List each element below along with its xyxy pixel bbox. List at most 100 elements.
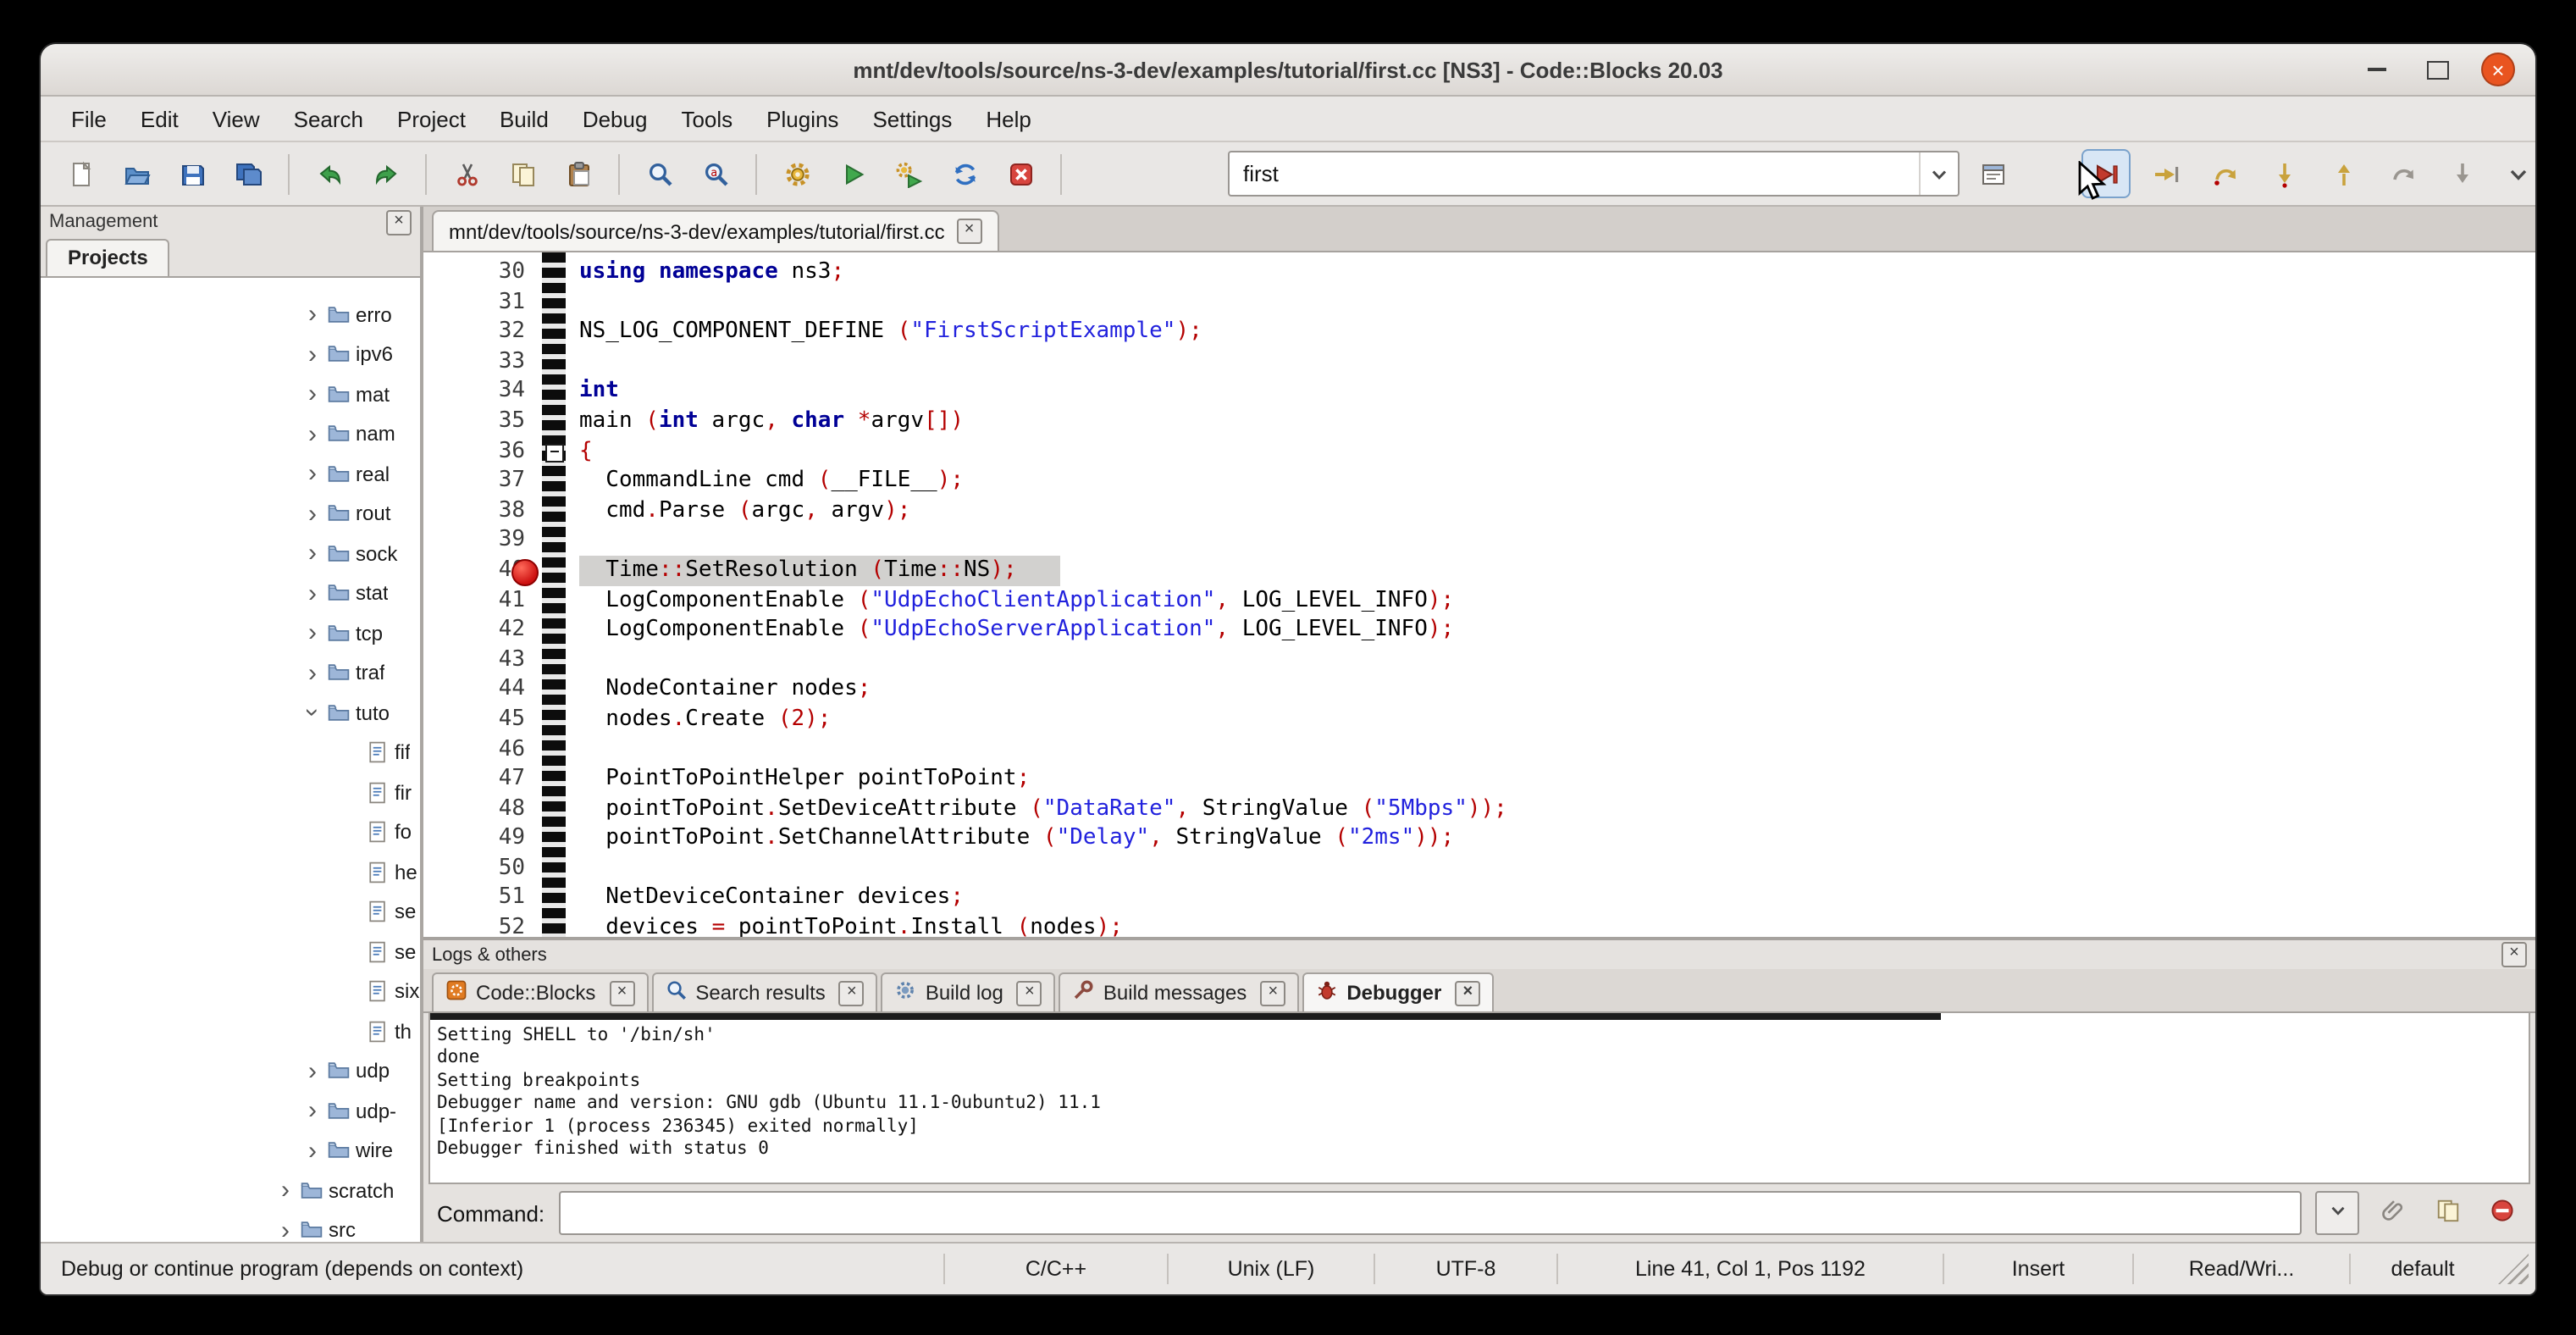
build-and-run-button[interactable] bbox=[886, 151, 931, 197]
log-tab-search-results[interactable]: Search results× bbox=[651, 972, 877, 1011]
code-text[interactable] bbox=[566, 287, 579, 317]
open-file-button[interactable] bbox=[113, 151, 159, 197]
build-button[interactable] bbox=[774, 151, 820, 197]
code-text[interactable]: cmd.Parse (argc, argv); bbox=[566, 496, 910, 526]
log-tab-code-blocks[interactable]: Code::Blocks× bbox=[432, 972, 648, 1011]
breakpoint-margin[interactable] bbox=[542, 675, 566, 705]
menu-edit[interactable]: Edit bbox=[124, 99, 196, 138]
code-line[interactable]: 35main (int argc, char *argv[]) bbox=[423, 407, 2535, 436]
breakpoint-margin[interactable] bbox=[542, 317, 566, 346]
chevron-collapsed-icon[interactable]: › bbox=[301, 581, 323, 607]
replace-button[interactable]: a bbox=[693, 151, 738, 197]
tree-item-real[interactable]: ›real bbox=[41, 454, 420, 494]
minimize-button[interactable] bbox=[2359, 53, 2393, 86]
abort-button[interactable] bbox=[998, 151, 1043, 197]
command-input[interactable] bbox=[560, 1200, 2300, 1226]
code-line[interactable]: 33 bbox=[423, 347, 2535, 377]
code-text[interactable]: LogComponentEnable ("UdpEchoServerApplic… bbox=[566, 615, 1454, 645]
code-text[interactable] bbox=[566, 645, 579, 674]
tree-item-sock[interactable]: ›sock bbox=[41, 534, 420, 573]
save-button[interactable] bbox=[169, 151, 215, 197]
breakpoint-margin[interactable] bbox=[542, 615, 566, 645]
log-tab-close-button[interactable]: × bbox=[609, 980, 634, 1005]
chevron-collapsed-icon[interactable]: › bbox=[301, 382, 323, 407]
breakpoint-margin[interactable] bbox=[542, 794, 566, 823]
menu-settings[interactable]: Settings bbox=[855, 99, 969, 138]
code-line[interactable]: 34int bbox=[423, 377, 2535, 407]
code-text[interactable]: NS_LOG_COMPONENT_DEFINE ("FirstScriptExa… bbox=[566, 317, 1202, 346]
undo-button[interactable] bbox=[307, 151, 352, 197]
editor-tab-close-button[interactable]: × bbox=[957, 219, 982, 244]
log-tab-build-messages[interactable]: Build messages× bbox=[1059, 972, 1299, 1011]
chevron-expanded-icon[interactable]: › bbox=[300, 702, 325, 724]
breakpoint-margin[interactable] bbox=[542, 764, 566, 794]
breakpoint-margin[interactable] bbox=[542, 466, 566, 496]
code-line[interactable]: 40 Time::SetResolution (Time::NS); bbox=[423, 556, 2535, 585]
code-text[interactable]: main (int argc, char *argv[]) bbox=[566, 407, 964, 436]
chevron-collapsed-icon[interactable]: › bbox=[274, 1218, 296, 1243]
code-line[interactable]: 51 NetDeviceContainer devices; bbox=[423, 884, 2535, 913]
editor-tab[interactable]: mnt/dev/tools/source/ns-3-dev/examples/t… bbox=[432, 210, 999, 251]
code-line[interactable]: 50 bbox=[423, 854, 2535, 884]
management-close-button[interactable]: × bbox=[386, 209, 412, 235]
maximize-button[interactable] bbox=[2420, 53, 2454, 86]
menu-tools[interactable]: Tools bbox=[664, 99, 749, 138]
code-text[interactable]: NetDeviceContainer devices; bbox=[566, 884, 964, 913]
code-line[interactable]: 47 PointToPointHelper pointToPoint; bbox=[423, 764, 2535, 794]
step-into-button[interactable] bbox=[2261, 151, 2307, 197]
redo-button[interactable] bbox=[362, 151, 408, 197]
code-text[interactable]: devices = pointToPoint.Install (nodes); bbox=[566, 913, 1123, 937]
log-tab-build-log[interactable]: Build log× bbox=[882, 972, 1056, 1011]
code-text[interactable]: nodes.Create (2); bbox=[566, 705, 831, 734]
code-line[interactable]: 43 bbox=[423, 645, 2535, 674]
menu-project[interactable]: Project bbox=[380, 99, 483, 138]
code-line[interactable]: 45 nodes.Create (2); bbox=[423, 705, 2535, 734]
breakpoint-margin[interactable] bbox=[542, 824, 566, 854]
breakpoint-margin[interactable] bbox=[542, 585, 566, 615]
resize-grip[interactable] bbox=[2498, 1254, 2529, 1284]
breakpoint-margin[interactable] bbox=[542, 645, 566, 674]
tree-item-th[interactable]: th bbox=[41, 1011, 420, 1051]
tree-item-src[interactable]: ›src bbox=[41, 1210, 420, 1242]
breakpoint-margin[interactable] bbox=[542, 705, 566, 734]
log-tab-close-button[interactable]: × bbox=[839, 980, 865, 1005]
breakpoint-margin[interactable] bbox=[542, 854, 566, 884]
tree-item-udp[interactable]: ›udp bbox=[41, 1051, 420, 1091]
chevron-collapsed-icon[interactable]: › bbox=[301, 541, 323, 567]
menu-plugins[interactable]: Plugins bbox=[749, 99, 855, 138]
debugger-output[interactable]: Setting SHELL to '/bin/sh'doneSetting br… bbox=[428, 1013, 2530, 1184]
log-tab-close-button[interactable]: × bbox=[1260, 980, 1285, 1005]
fold-marker-icon[interactable] bbox=[545, 443, 564, 462]
menu-file[interactable]: File bbox=[54, 99, 124, 138]
chevron-collapsed-icon[interactable]: › bbox=[301, 422, 323, 447]
toolbar-overflow-button[interactable] bbox=[2495, 151, 2535, 197]
command-dropdown-button[interactable] bbox=[2315, 1191, 2359, 1235]
code-text[interactable]: LogComponentEnable ("UdpEchoClientApplic… bbox=[566, 585, 1454, 615]
breakpoint-margin[interactable] bbox=[542, 556, 566, 585]
cut-button[interactable] bbox=[444, 151, 489, 197]
breakpoint-margin[interactable] bbox=[542, 734, 566, 764]
breakpoint-icon[interactable] bbox=[511, 559, 539, 586]
menu-search[interactable]: Search bbox=[277, 99, 380, 138]
code-line[interactable]: 44 NodeContainer nodes; bbox=[423, 675, 2535, 705]
tab-projects[interactable]: Projects bbox=[46, 239, 170, 276]
chevron-collapsed-icon[interactable]: › bbox=[301, 1138, 323, 1164]
code-line[interactable]: 41 LogComponentEnable ("UdpEchoClientApp… bbox=[423, 585, 2535, 615]
code-line[interactable]: 32NS_LOG_COMPONENT_DEFINE ("FirstScriptE… bbox=[423, 317, 2535, 346]
tree-item-fo[interactable]: fo bbox=[41, 812, 420, 852]
code-line[interactable]: 36{ bbox=[423, 436, 2535, 466]
tree-item-fir[interactable]: fir bbox=[41, 773, 420, 812]
save-all-button[interactable] bbox=[225, 151, 271, 197]
breakpoint-margin[interactable] bbox=[542, 347, 566, 377]
combo-chevron-icon[interactable] bbox=[1919, 152, 1958, 195]
step-out-button[interactable] bbox=[2320, 151, 2366, 197]
code-line[interactable]: 46 bbox=[423, 734, 2535, 764]
tree-item-he[interactable]: he bbox=[41, 852, 420, 892]
search-input[interactable] bbox=[1230, 161, 1919, 186]
code-line[interactable]: 42 LogComponentEnable ("UdpEchoServerApp… bbox=[423, 615, 2535, 645]
paperclip-button[interactable] bbox=[2373, 1193, 2413, 1233]
breakpoint-margin[interactable] bbox=[542, 377, 566, 407]
breakpoint-margin[interactable] bbox=[542, 913, 566, 937]
titlebar[interactable]: mnt/dev/tools/source/ns-3-dev/examples/t… bbox=[41, 44, 2535, 97]
breakpoint-margin[interactable] bbox=[542, 526, 566, 556]
